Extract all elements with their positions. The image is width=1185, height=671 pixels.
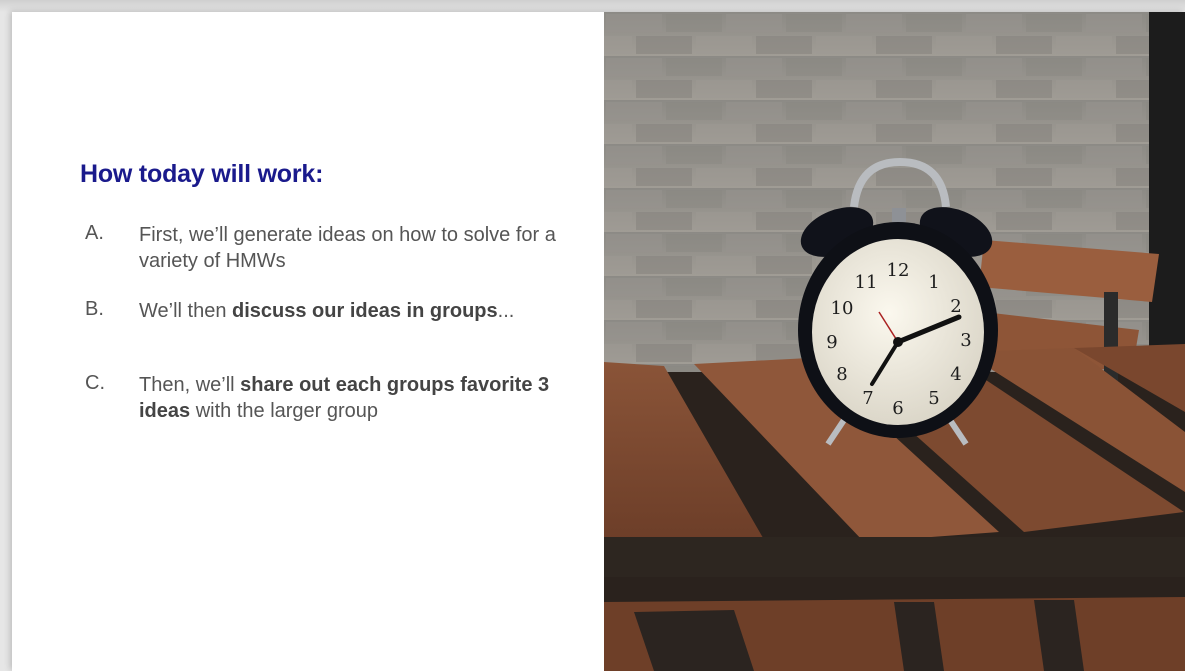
step-emphasis: discuss our ideas in groups [232, 300, 498, 322]
clock-numeral: 8 [836, 364, 847, 385]
clock-numeral: 4 [950, 364, 961, 385]
step-letter: B. [85, 298, 104, 320]
list-item-step-c: C. Then, we’ll share out each groups fav… [80, 372, 580, 424]
clock-numeral: 7 [862, 388, 873, 409]
list-item-step-a: A. First, we’ll generate ideas on how to… [80, 222, 580, 274]
clock-numeral: 10 [831, 298, 854, 319]
slide: How today will work: A. First, we’ll gen… [12, 12, 1185, 671]
presentation-frame: How today will work: A. First, we’ll gen… [0, 0, 1185, 671]
clock-numeral: 6 [892, 398, 903, 419]
slide-heading: How today will work: [80, 160, 324, 188]
clock-numeral: 9 [826, 332, 837, 353]
clock-numeral: 11 [855, 272, 878, 293]
clock-numeral: 12 [887, 260, 910, 281]
step-text: We’ll then discuss our ideas in groups..… [139, 300, 515, 322]
list-item-step-b: B. We’ll then discuss our ideas in group… [80, 298, 580, 348]
slide-text-panel: How today will work: A. First, we’ll gen… [12, 12, 604, 671]
clock-numeral: 2 [950, 296, 961, 317]
clock-numeral: 1 [928, 272, 939, 293]
clock-numeral: 3 [960, 330, 971, 351]
step-letter: C. [85, 372, 105, 394]
clock-numeral: 5 [928, 388, 939, 409]
step-text: Then, we’ll share out each groups favori… [139, 374, 550, 422]
photo-illustration: 12 1 2 3 4 5 6 7 8 9 10 11 [604, 12, 1185, 671]
step-letter: A. [85, 222, 104, 244]
step-text: First, we’ll generate ideas on how to so… [139, 224, 556, 272]
alarm-clock-photo: 12 1 2 3 4 5 6 7 8 9 10 11 [604, 12, 1185, 671]
steps-list: A. First, we’ll generate ideas on how to… [80, 222, 580, 448]
